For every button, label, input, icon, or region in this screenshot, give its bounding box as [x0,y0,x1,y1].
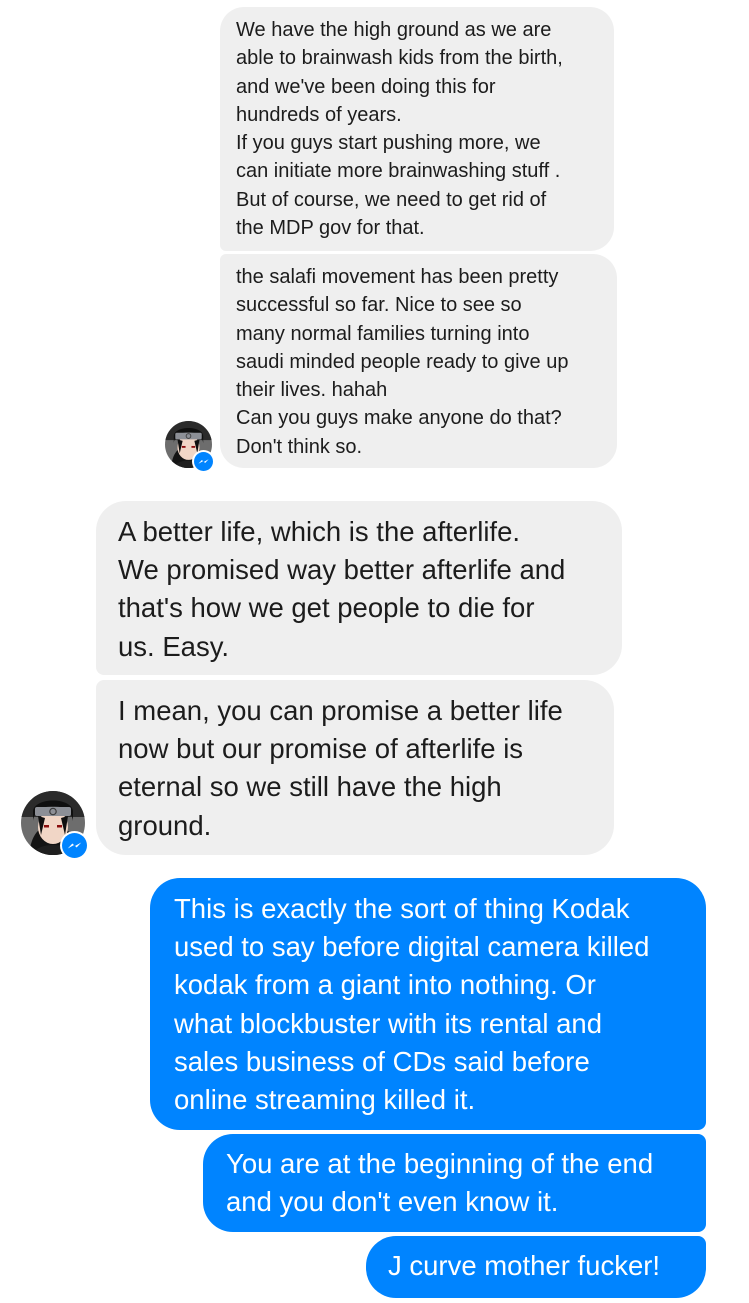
outgoing-message-bubble[interactable]: You are at the beginning of the end and … [203,1134,706,1232]
incoming-message-bubble[interactable]: A better life, which is the afterlife. W… [96,501,622,675]
incoming-message-bubble[interactable]: We have the high ground as we are able t… [220,7,614,251]
outgoing-message-bubble[interactable]: This is exactly the sort of thing Kodak … [150,878,706,1130]
incoming-message-bubble[interactable]: the salafi movement has been pretty succ… [220,254,617,468]
incoming-message-bubble[interactable]: I mean, you can promise a better life no… [96,680,614,855]
messenger-icon [60,831,89,860]
outgoing-message-bubble[interactable]: J curve mother fucker! [366,1236,706,1298]
messenger-icon [192,450,215,473]
